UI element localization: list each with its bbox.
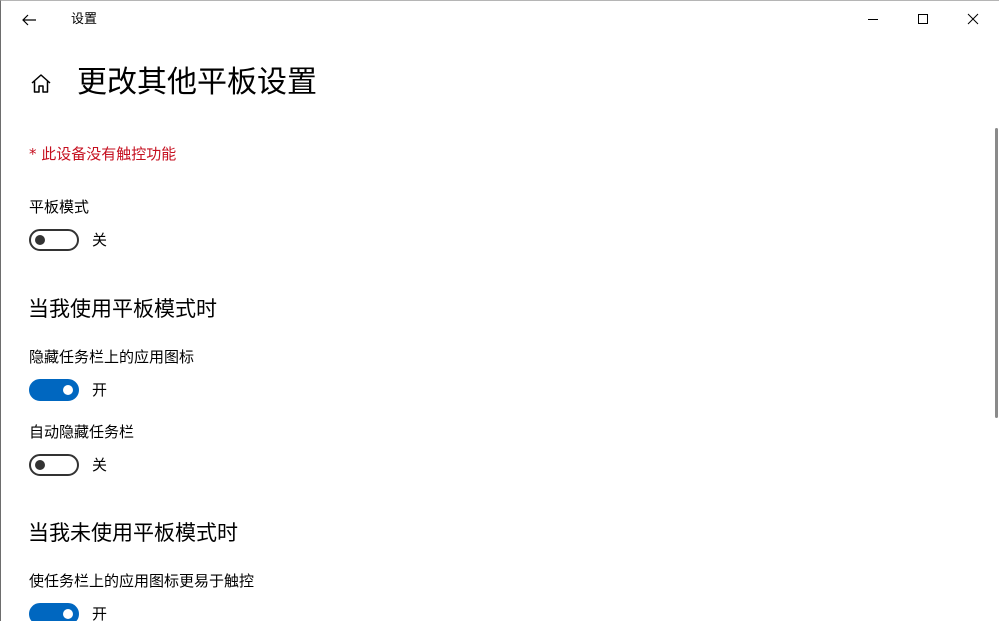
back-button[interactable] xyxy=(13,5,45,35)
auto-hide-taskbar-state: 关 xyxy=(92,456,108,474)
hide-icons-toggle[interactable] xyxy=(29,379,79,401)
auto-hide-taskbar-label: 自动隐藏任务栏 xyxy=(29,423,135,441)
section-in-tablet-mode: 当我使用平板模式时 xyxy=(28,297,217,321)
auto-hide-taskbar-toggle[interactable] xyxy=(29,454,79,476)
section-not-tablet-mode: 当我未使用平板模式时 xyxy=(28,521,238,545)
hide-icons-state: 开 xyxy=(92,381,108,399)
close-button[interactable] xyxy=(949,1,997,37)
close-icon xyxy=(967,13,979,25)
touch-icons-setting: 开 xyxy=(29,603,107,621)
minimize-button[interactable] xyxy=(849,1,897,37)
touch-icons-state: 开 xyxy=(92,605,108,621)
no-touch-warning: * 此设备没有触控功能 xyxy=(29,145,177,163)
tablet-mode-state: 关 xyxy=(92,231,108,249)
page-title: 更改其他平板设置 xyxy=(77,65,317,100)
toggle-knob xyxy=(35,235,45,245)
tablet-mode-toggle[interactable] xyxy=(29,229,79,251)
home-icon xyxy=(31,74,51,93)
back-arrow-icon xyxy=(22,14,36,26)
auto-hide-taskbar-setting: 关 xyxy=(29,454,107,476)
maximize-icon xyxy=(918,14,928,24)
toggle-knob xyxy=(63,385,73,395)
scrollbar[interactable] xyxy=(995,128,998,418)
toggle-knob xyxy=(63,609,73,619)
maximize-button[interactable] xyxy=(899,1,947,37)
settings-window: 设置 更改其他平板设置 * 此设备没有触控功能 平板模式 关 当我使用平板模式时 xyxy=(0,0,999,621)
hide-icons-setting: 开 xyxy=(29,379,107,401)
touch-icons-toggle[interactable] xyxy=(29,603,79,621)
hide-icons-label: 隐藏任务栏上的应用图标 xyxy=(29,348,195,366)
minimize-icon xyxy=(868,19,878,20)
tablet-mode-label: 平板模式 xyxy=(29,198,90,216)
tablet-mode-setting: 关 xyxy=(29,229,107,251)
home-button[interactable] xyxy=(29,72,53,96)
title-bar: 设置 xyxy=(1,1,999,39)
toggle-knob xyxy=(35,460,45,470)
app-title: 设置 xyxy=(71,12,98,27)
touch-icons-label: 使任务栏上的应用图标更易于触控 xyxy=(29,572,255,590)
